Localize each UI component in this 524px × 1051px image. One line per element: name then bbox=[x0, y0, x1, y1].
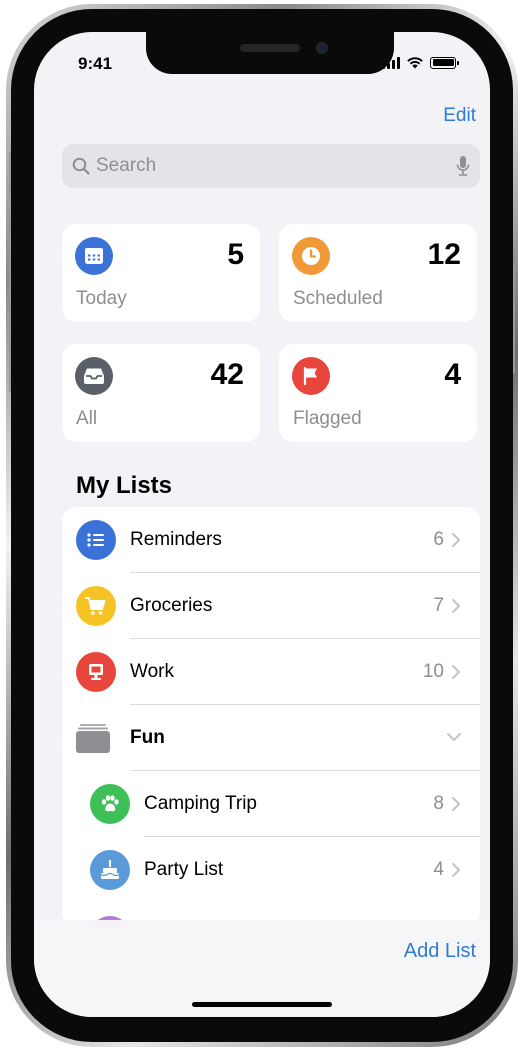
all-count: 42 bbox=[210, 358, 244, 391]
list-item-work[interactable]: Work 10 bbox=[62, 639, 480, 705]
cake-icon bbox=[90, 850, 130, 890]
list-item-party-list[interactable]: Party List 4 bbox=[62, 837, 480, 903]
battery-icon bbox=[430, 56, 459, 69]
chevron-right-icon bbox=[452, 797, 460, 811]
cart-icon bbox=[76, 586, 116, 626]
scheduled-count: 12 bbox=[427, 238, 461, 271]
search-bar[interactable] bbox=[62, 144, 480, 188]
my-lists-heading: My Lists bbox=[76, 472, 173, 499]
smart-list-today[interactable]: 5 Today bbox=[62, 224, 260, 322]
flagged-label: Flagged bbox=[293, 408, 362, 429]
today-label: Today bbox=[76, 288, 127, 309]
chevron-right-icon bbox=[452, 863, 460, 877]
list-group-label: Fun bbox=[130, 727, 165, 748]
list-item-count: 4 bbox=[433, 859, 444, 880]
list-item-reminders[interactable]: Reminders 6 bbox=[62, 507, 480, 573]
desktop-icon bbox=[76, 652, 116, 692]
list-item-count: 8 bbox=[433, 793, 444, 814]
microphone-icon[interactable] bbox=[456, 155, 470, 177]
list-item-label: Reminders bbox=[130, 529, 222, 550]
chevron-down-icon[interactable] bbox=[446, 732, 462, 742]
notch bbox=[146, 32, 394, 74]
list-item-label: Camping Trip bbox=[144, 793, 257, 814]
calendar-icon bbox=[75, 237, 113, 275]
list-item-count: 7 bbox=[433, 595, 444, 616]
edit-button[interactable]: Edit bbox=[443, 105, 476, 127]
add-list-button[interactable]: Add List bbox=[404, 940, 476, 963]
search-input[interactable] bbox=[90, 155, 456, 177]
folder-stack-icon bbox=[76, 724, 110, 753]
wifi-icon bbox=[407, 57, 423, 69]
my-lists: Reminders 6 Groceries 7 Work 10 Fun Camp… bbox=[62, 507, 480, 927]
list-item-groceries[interactable]: Groceries 7 bbox=[62, 573, 480, 639]
list-bullet-icon bbox=[76, 520, 116, 560]
smart-list-flagged[interactable]: 4 Flagged bbox=[279, 344, 477, 442]
home-indicator[interactable] bbox=[192, 1002, 332, 1007]
list-item-camping-trip[interactable]: Camping Trip 8 bbox=[62, 771, 480, 837]
search-icon bbox=[72, 157, 90, 175]
tray-icon bbox=[75, 357, 113, 395]
list-item-label: Groceries bbox=[130, 595, 213, 616]
status-icons bbox=[382, 56, 459, 69]
today-count: 5 bbox=[227, 238, 244, 271]
list-item-count: 10 bbox=[422, 661, 444, 682]
bottom-toolbar: Add List bbox=[34, 920, 490, 1017]
chevron-right-icon bbox=[452, 533, 460, 547]
list-group-fun[interactable]: Fun bbox=[62, 705, 480, 771]
flag-icon bbox=[292, 357, 330, 395]
chevron-right-icon bbox=[452, 599, 460, 613]
list-item-label: Party List bbox=[144, 859, 224, 880]
front-camera bbox=[316, 42, 328, 54]
chevron-right-icon bbox=[452, 665, 460, 679]
paw-icon bbox=[90, 784, 130, 824]
speaker-grille bbox=[240, 44, 300, 52]
screen: 9:41 Edit Search 5 Today 12 Scheduled 42… bbox=[34, 32, 490, 1017]
smart-list-scheduled[interactable]: 12 Scheduled bbox=[279, 224, 477, 322]
list-item-count: 6 bbox=[433, 529, 444, 550]
status-time: 9:41 bbox=[78, 54, 113, 73]
all-label: All bbox=[76, 408, 98, 429]
scheduled-label: Scheduled bbox=[293, 288, 383, 309]
clock-icon bbox=[292, 237, 330, 275]
smart-list-all[interactable]: 42 All bbox=[62, 344, 260, 442]
list-item-label: Work bbox=[130, 661, 174, 682]
flagged-count: 4 bbox=[444, 358, 461, 391]
